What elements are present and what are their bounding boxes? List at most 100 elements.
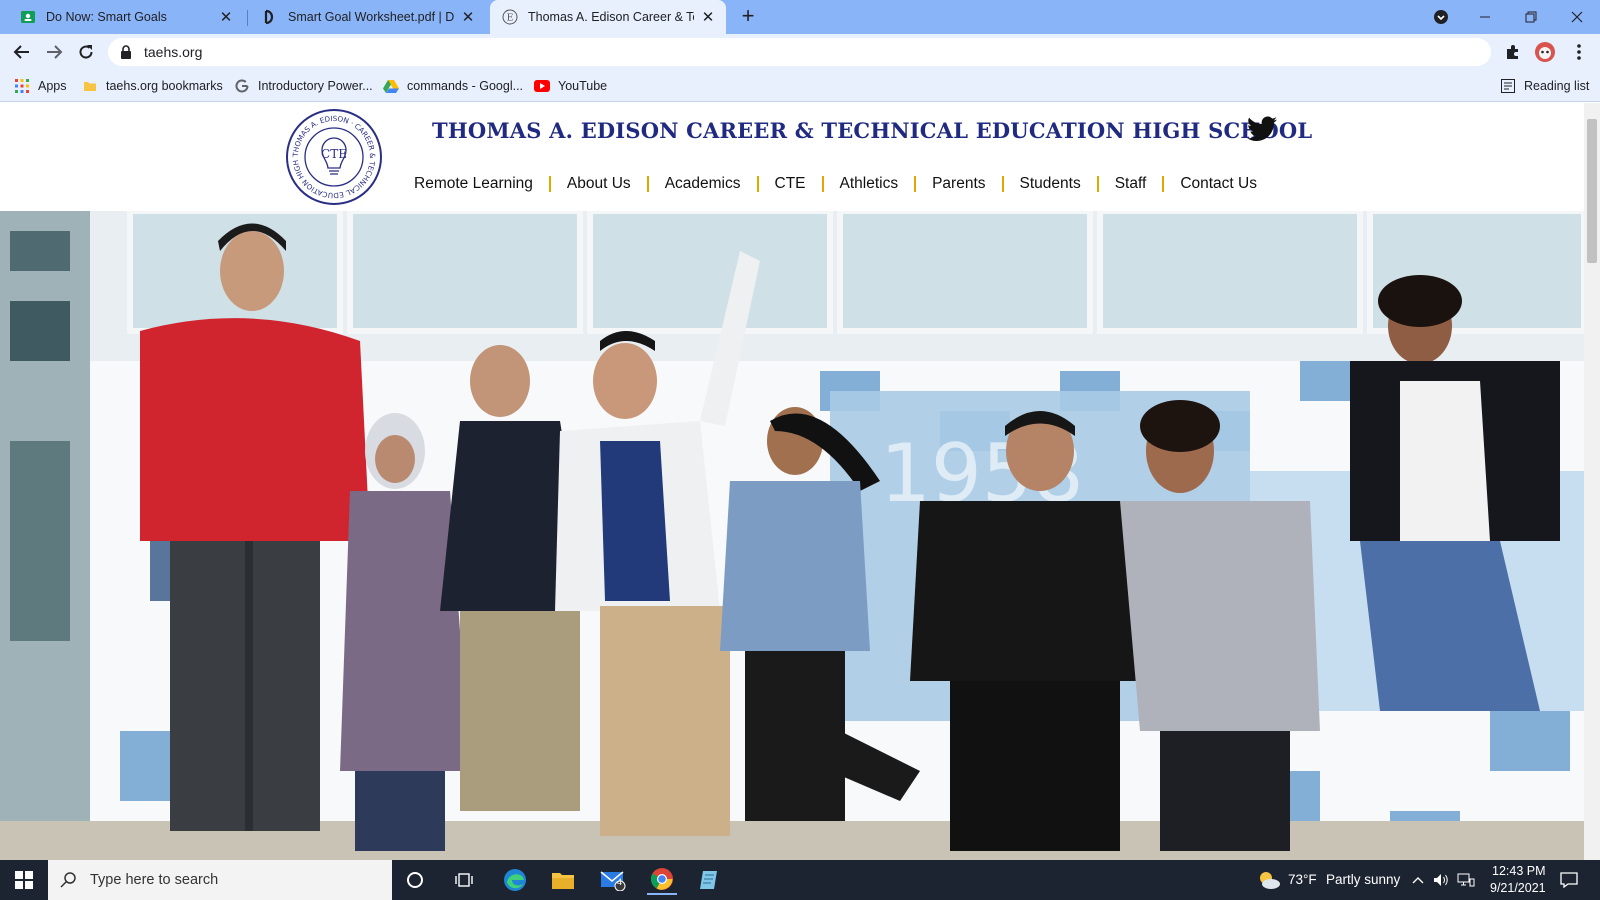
mail-icon — [600, 871, 626, 891]
lock-icon — [120, 45, 134, 59]
bookmark-taehs-folder[interactable]: taehs.org bookmarks — [82, 76, 223, 96]
nav-staff[interactable]: Staff — [1109, 175, 1153, 193]
chevron-down-icon — [1434, 10, 1448, 24]
docdrive-icon — [262, 9, 278, 25]
show-hidden-icons-button[interactable] — [1409, 865, 1427, 895]
minimize-icon — [1480, 16, 1490, 18]
taskbar-search-box[interactable]: Type here to search — [48, 860, 392, 900]
windows-taskbar: Type here to search 4 73°F Partly sunny … — [0, 860, 1600, 900]
nav-separator — [646, 176, 649, 192]
clock-date[interactable]: 9/21/2021 — [1490, 881, 1546, 895]
tab-title: Smart Goal Worksheet.pdf | Doc... — [288, 10, 454, 24]
school-seal-logo[interactable]: THOMAS A. EDISON · CAREER & TECHNICAL ED… — [285, 108, 383, 206]
tab-worksheet[interactable]: Smart Goal Worksheet.pdf | Doc... ✕ — [250, 0, 486, 34]
windows-logo-icon — [15, 871, 33, 889]
nav-separator — [1001, 176, 1004, 192]
nav-separator — [1096, 176, 1099, 192]
close-tab-icon[interactable]: ✕ — [460, 9, 476, 26]
back-button[interactable] — [8, 38, 36, 66]
weather-button[interactable] — [1254, 865, 1284, 895]
arrow-right-icon — [47, 45, 63, 59]
puzzle-icon — [1507, 45, 1518, 59]
clock-time[interactable]: 12:43 PM — [1492, 864, 1546, 878]
avatar-icon — [1535, 42, 1555, 62]
new-tab-button[interactable]: + — [737, 5, 759, 28]
folder-icon — [552, 873, 574, 889]
extensions-button[interactable] — [1499, 38, 1527, 66]
edge-taskbar-button[interactable] — [500, 865, 530, 895]
cortana-circle-icon — [407, 872, 423, 888]
seal-center-text: CTE — [321, 147, 347, 161]
browser-toolbar: taehs.org — [0, 34, 1600, 70]
nav-academics[interactable]: Academics — [659, 175, 747, 193]
close-window-button[interactable] — [1554, 0, 1600, 34]
bookmark-apps[interactable]: Apps — [14, 76, 67, 96]
partly-sunny-icon — [1260, 872, 1280, 889]
file-explorer-taskbar-button[interactable] — [548, 865, 578, 895]
bookmark-label: commands - Googl... — [407, 79, 524, 93]
bookmark-label: Introductory Power... — [258, 79, 373, 93]
minimize-button[interactable] — [1462, 0, 1508, 34]
school-icon: E — [502, 9, 518, 25]
scrollbar-thumb[interactable] — [1587, 119, 1597, 263]
close-icon — [1571, 11, 1583, 23]
nav-separator — [548, 176, 551, 192]
tab-search-button[interactable] — [1418, 0, 1464, 34]
weather-desc: Partly sunny — [1326, 872, 1401, 887]
nav-remote-learning[interactable]: Remote Learning — [408, 175, 539, 193]
search-icon — [60, 872, 76, 888]
mail-taskbar-button[interactable]: 4 — [598, 865, 628, 895]
close-tab-icon[interactable]: ✕ — [218, 9, 234, 26]
restore-button[interactable] — [1508, 0, 1554, 34]
nav-cte[interactable]: CTE — [769, 175, 812, 193]
twitter-icon[interactable] — [1247, 116, 1277, 142]
mail-badge: 4 — [617, 877, 623, 887]
tab-strip: Do Now: Smart Goals ✕ Smart Goal Workshe… — [0, 0, 1600, 34]
bookmark-label: taehs.org bookmarks — [106, 79, 223, 93]
close-tab-icon[interactable]: ✕ — [700, 9, 716, 26]
nav-parents[interactable]: Parents — [926, 175, 991, 193]
network-icon — [1457, 873, 1475, 887]
school-title[interactable]: THOMAS A. EDISON CAREER & TECHNICAL EDUC… — [432, 118, 1312, 143]
start-button[interactable] — [9, 865, 39, 895]
reading-list-button[interactable]: Reading list — [1500, 76, 1589, 96]
bookmark-commands[interactable]: commands - Googl... — [383, 76, 523, 96]
nav-separator — [756, 176, 759, 192]
bookmark-introductory[interactable]: Introductory Power... — [234, 76, 373, 96]
task-view-button[interactable] — [449, 865, 479, 895]
task-view-icon — [455, 873, 473, 887]
profile-button[interactable] — [1531, 38, 1559, 66]
cortana-button[interactable] — [400, 865, 430, 895]
bookmark-label: YouTube — [558, 79, 608, 93]
tab-title: Do Now: Smart Goals — [46, 10, 167, 24]
weather-temp: 73°F — [1288, 872, 1317, 887]
notepad-icon — [700, 871, 717, 889]
nav-athletics[interactable]: Athletics — [834, 175, 905, 193]
notifications-button[interactable] — [1554, 865, 1584, 895]
chrome-taskbar-button[interactable] — [647, 865, 677, 895]
network-button[interactable] — [1455, 865, 1477, 895]
google-icon — [234, 78, 250, 94]
youtube-icon — [534, 78, 550, 94]
tab-do-now[interactable]: Do Now: Smart Goals ✕ — [8, 0, 244, 34]
volume-button[interactable] — [1430, 865, 1452, 895]
forward-button[interactable] — [40, 38, 68, 66]
menu-button[interactable] — [1565, 38, 1593, 66]
nav-contact-us[interactable]: Contact Us — [1174, 175, 1263, 193]
page-scrollbar[interactable] — [1584, 103, 1600, 860]
address-bar[interactable]: taehs.org — [108, 38, 1491, 66]
bookmark-youtube[interactable]: YouTube — [534, 76, 607, 96]
search-placeholder: Type here to search — [90, 872, 219, 888]
nav-students[interactable]: Students — [1014, 175, 1087, 193]
svg-text:E: E — [507, 14, 514, 24]
kebab-menu-icon — [1577, 44, 1581, 60]
classroom-icon — [20, 9, 36, 25]
tab-divider — [247, 10, 248, 26]
tab-taehs[interactable]: E Thomas A. Edison Career & Techn... ✕ — [490, 0, 726, 34]
app-taskbar-button[interactable] — [695, 865, 725, 895]
bookmarks-bar: Apps taehs.org bookmarks Introductory Po… — [0, 70, 1600, 102]
restore-icon — [1525, 11, 1537, 23]
nav-about-us[interactable]: About Us — [561, 175, 637, 193]
reload-button[interactable] — [72, 38, 100, 66]
speaker-icon — [1434, 874, 1448, 886]
